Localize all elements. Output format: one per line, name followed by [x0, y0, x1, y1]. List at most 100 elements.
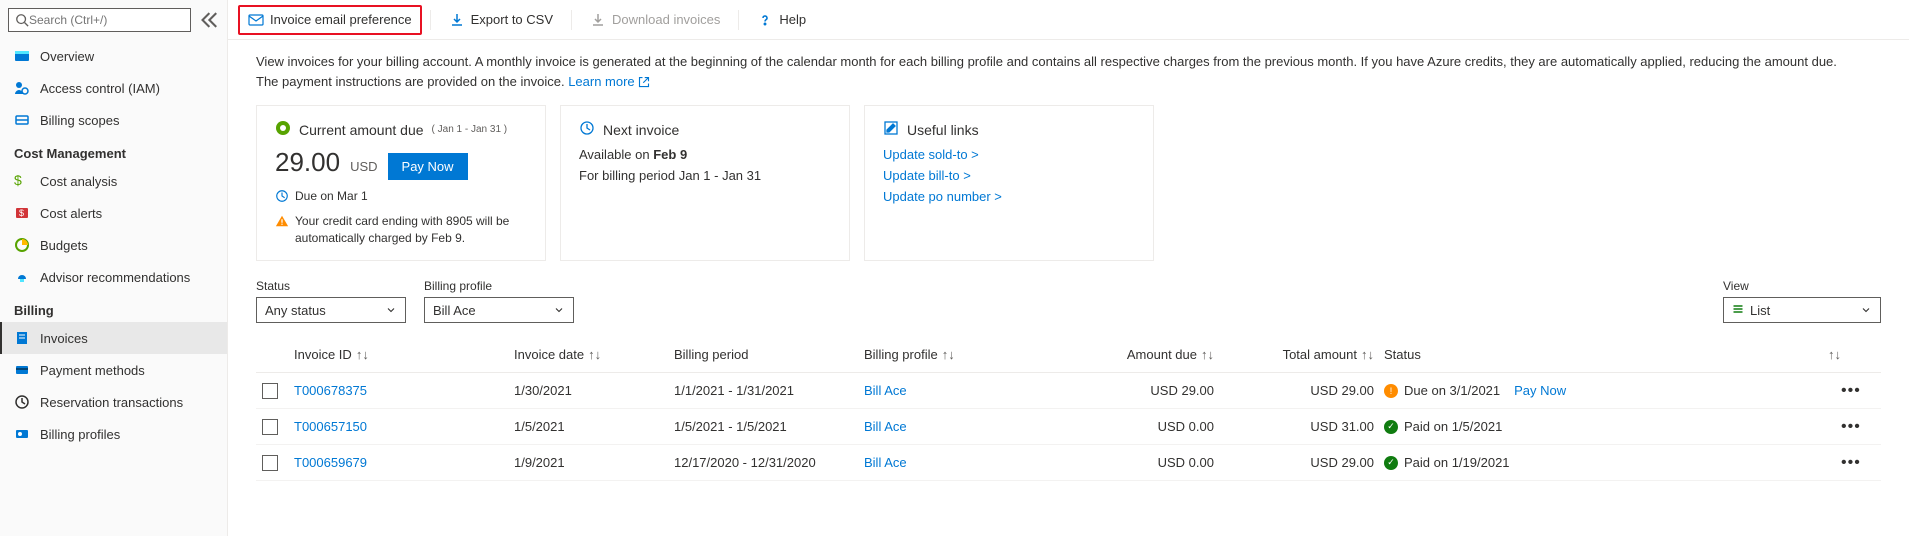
view-dropdown[interactable]: List	[1723, 297, 1881, 323]
due-on-text: Due on Mar 1	[295, 188, 368, 205]
update-po-number-link[interactable]: Update po number >	[883, 189, 1135, 204]
sidebar-item-reservation-transactions[interactable]: Reservation transactions	[0, 386, 227, 418]
row-menu-button[interactable]: •••	[1841, 418, 1861, 436]
total-amount-cell: USD 29.00	[1234, 455, 1384, 470]
available-date: Feb 9	[653, 147, 687, 162]
external-link-icon	[638, 76, 650, 88]
amount-due-cell: USD 0.00	[1064, 455, 1234, 470]
dropdown-value: Bill Ace	[433, 303, 476, 318]
download-invoices-button: Download invoices	[580, 5, 730, 35]
amount-due-icon	[275, 120, 291, 139]
invoice-id-link[interactable]: T000678375	[294, 383, 367, 398]
toolbar-label: Export to CSV	[471, 12, 553, 27]
sidebar-item-billing-scopes[interactable]: Billing scopes	[0, 104, 227, 136]
sidebar-section-cost-management: Cost Management	[0, 136, 227, 165]
budgets-icon	[14, 237, 30, 253]
sidebar-section-billing: Billing	[0, 293, 227, 322]
search-icon	[15, 13, 29, 27]
sidebar-item-label: Budgets	[40, 238, 88, 253]
col-status[interactable]: Status	[1384, 347, 1624, 362]
row-checkbox[interactable]	[262, 383, 278, 399]
charge-note: Your credit card ending with 8905 will b…	[295, 213, 527, 247]
billing-profile-link[interactable]: Bill Ace	[864, 419, 907, 434]
pay-now-link[interactable]: Pay Now	[1514, 383, 1566, 398]
table-row: T000678375 1/30/2021 1/1/2021 - 1/31/202…	[256, 373, 1881, 409]
billing-profiles-icon	[14, 426, 30, 442]
status-filter-label: Status	[256, 279, 406, 293]
toolbar: Invoice email preference Export to CSV D…	[228, 0, 1909, 40]
warning-icon	[275, 214, 289, 228]
clock-icon	[579, 120, 595, 139]
col-invoice-date[interactable]: Invoice date ↑↓	[514, 347, 674, 362]
invoice-id-link[interactable]: T000659679	[294, 455, 367, 470]
col-invoice-id[interactable]: Invoice ID ↑↓	[294, 347, 514, 362]
sidebar-item-label: Reservation transactions	[40, 395, 183, 410]
check-icon: ✓	[1384, 456, 1398, 470]
row-checkbox[interactable]	[262, 419, 278, 435]
status-text: Paid on 1/19/2021	[1404, 455, 1510, 470]
invoice-email-preference-button[interactable]: Invoice email preference	[238, 5, 422, 35]
search-box[interactable]	[8, 8, 191, 32]
col-status-sort[interactable]: ↑↓	[1624, 347, 1841, 362]
svg-text:$: $	[19, 208, 24, 218]
sidebar-item-budgets[interactable]: Budgets	[0, 229, 227, 261]
invoices-icon	[14, 330, 30, 346]
sidebar-item-cost-alerts[interactable]: $ Cost alerts	[0, 197, 227, 229]
search-input[interactable]	[29, 13, 184, 27]
pay-now-button[interactable]: Pay Now	[388, 153, 468, 180]
row-checkbox[interactable]	[262, 455, 278, 471]
toolbar-label: Download invoices	[612, 12, 720, 27]
sidebar-item-overview[interactable]: Overview	[0, 40, 227, 72]
billing-profile-link[interactable]: Bill Ace	[864, 455, 907, 470]
export-csv-button[interactable]: Export to CSV	[439, 5, 563, 35]
sidebar-item-label: Advisor recommendations	[40, 270, 190, 285]
sidebar-item-advisor[interactable]: Advisor recommendations	[0, 261, 227, 293]
next-invoice-card: Next invoice Available on Feb 9 For bill…	[560, 105, 850, 261]
learn-more-link[interactable]: Learn more	[568, 74, 650, 89]
invoice-date-cell: 1/30/2021	[514, 383, 674, 398]
sidebar-item-invoices[interactable]: Invoices	[0, 322, 227, 354]
help-button[interactable]: Help	[747, 5, 816, 35]
mail-icon	[248, 12, 264, 28]
useful-links-card: Useful links Update sold-to > Update bil…	[864, 105, 1154, 261]
invoice-id-link[interactable]: T000657150	[294, 419, 367, 434]
sidebar-item-label: Cost alerts	[40, 206, 102, 221]
edit-icon	[883, 120, 899, 139]
table-header-row: Invoice ID ↑↓ Invoice date ↑↓ Billing pe…	[256, 337, 1881, 373]
card-title: Next invoice	[603, 122, 679, 138]
reservation-icon	[14, 394, 30, 410]
billing-profile-filter-dropdown[interactable]: Bill Ace	[424, 297, 574, 323]
sidebar-item-billing-profiles[interactable]: Billing profiles	[0, 418, 227, 450]
billing-period-cell: 1/5/2021 - 1/5/2021	[674, 419, 864, 434]
amount-value: 29.00	[275, 147, 340, 178]
sidebar-item-label: Payment methods	[40, 363, 145, 378]
sidebar-item-cost-analysis[interactable]: $ Cost analysis	[0, 165, 227, 197]
update-bill-to-link[interactable]: Update bill-to >	[883, 168, 1135, 183]
dropdown-value: List	[1750, 303, 1770, 318]
col-amount-due[interactable]: Amount due↑↓	[1064, 347, 1234, 362]
sort-icon: ↑↓	[1361, 347, 1374, 362]
row-menu-button[interactable]: •••	[1841, 454, 1861, 472]
download-icon	[449, 12, 465, 28]
col-total-amount[interactable]: Total amount↑↓	[1234, 347, 1384, 362]
col-billing-period[interactable]: Billing period	[674, 347, 864, 362]
billing-profile-link[interactable]: Bill Ace	[864, 383, 907, 398]
status-filter-dropdown[interactable]: Any status	[256, 297, 406, 323]
billing-profile-filter-label: Billing profile	[424, 279, 574, 293]
advisor-icon	[14, 269, 30, 285]
invoices-table: Invoice ID ↑↓ Invoice date ↑↓ Billing pe…	[256, 337, 1881, 481]
access-control-icon	[14, 80, 30, 96]
col-billing-profile[interactable]: Billing profile ↑↓	[864, 347, 1064, 362]
update-sold-to-link[interactable]: Update sold-to >	[883, 147, 1135, 162]
card-title: Useful links	[907, 122, 979, 138]
sidebar-item-label: Invoices	[40, 331, 88, 346]
sidebar-item-access-control[interactable]: Access control (IAM)	[0, 72, 227, 104]
sidebar-item-payment-methods[interactable]: Payment methods	[0, 354, 227, 386]
collapse-sidebar-button[interactable]	[197, 8, 219, 32]
amount-currency: USD	[350, 159, 377, 174]
total-amount-cell: USD 31.00	[1234, 419, 1384, 434]
intro-text: View invoices for your billing account. …	[256, 52, 1856, 91]
status-text: Due on 3/1/2021	[1404, 383, 1500, 398]
cost-analysis-icon: $	[14, 173, 30, 189]
row-menu-button[interactable]: •••	[1841, 382, 1861, 400]
